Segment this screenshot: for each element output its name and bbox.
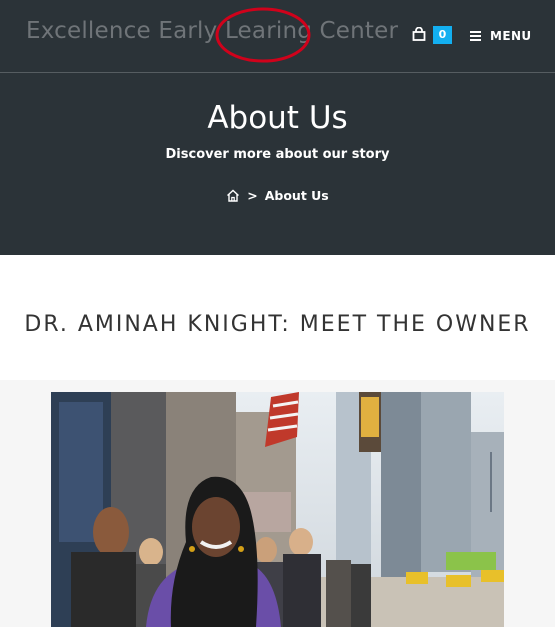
owner-heading: DR. AMINAH KNIGHT: MEET THE OWNER <box>24 312 531 337</box>
breadcrumb-current: About Us <box>264 188 329 203</box>
site-header: Excellence Early Learing Center 0 MENU <box>0 0 555 72</box>
page-title: About Us <box>207 100 348 136</box>
shopping-bag-icon <box>412 27 426 41</box>
cart-button[interactable]: 0 <box>412 26 454 46</box>
menu-label: MENU <box>490 29 532 43</box>
menu-button[interactable]: MENU <box>470 27 532 45</box>
owner-photo <box>51 392 504 627</box>
annotation-circle <box>215 7 311 63</box>
page-subtitle: Discover more about our story <box>165 147 390 162</box>
hamburger-icon <box>470 31 481 41</box>
cart-count-badge: 0 <box>433 26 452 44</box>
home-icon[interactable] <box>226 189 240 202</box>
breadcrumb-separator: > <box>247 188 258 203</box>
breadcrumb: > About Us <box>0 188 555 203</box>
site-title-link[interactable]: Excellence Early Learing Center <box>26 18 398 44</box>
